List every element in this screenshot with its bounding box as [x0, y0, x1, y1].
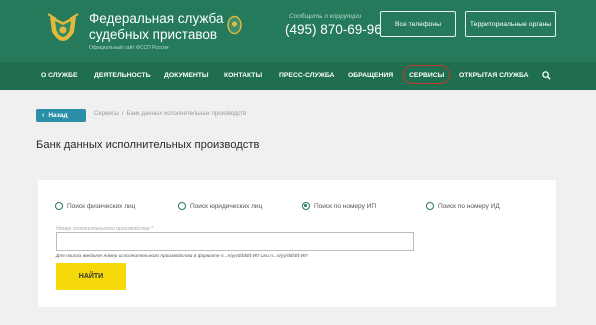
hotline-caption: Сообщить о коррупции [289, 13, 362, 20]
site-subtitle: Официальный сайт ФССП России [89, 45, 169, 51]
page-title: Банк данных исполнительных производств [36, 139, 260, 151]
search-icon[interactable] [542, 71, 551, 80]
radio-ip-number[interactable]: Поиск по номеру ИП [302, 202, 376, 210]
phone-number[interactable]: (495) 870-69-96 [285, 22, 382, 37]
nav-item-services[interactable]: СЕРВИСЫ [403, 65, 451, 84]
radio-label: Поиск физических лиц [67, 202, 136, 210]
all-phones-button[interactable]: Все телефоны [380, 11, 456, 37]
radio-circle[interactable] [55, 202, 63, 210]
radio-circle-checked[interactable] [302, 202, 310, 210]
site-title[interactable]: Федеральная служба судебных приставов [89, 11, 223, 43]
radio-label: Поиск по номеру ИД [438, 202, 500, 210]
nav-item-appeals[interactable]: ОБРАЩЕНИЯ [348, 62, 393, 90]
radio-circle[interactable] [426, 202, 434, 210]
nav-item-open-service[interactable]: ОТКРЫТАЯ СЛУЖБА [459, 62, 529, 90]
radio-individuals[interactable]: Поиск физических лиц [55, 202, 135, 210]
site-header: Федеральная служба судебных приставов Оф… [0, 0, 596, 62]
seal-icon [227, 15, 242, 35]
breadcrumb-separator: / [121, 111, 124, 117]
back-button[interactable]: ‹ Назад [36, 109, 86, 122]
nav-item-activity[interactable]: ДЕЯТЕЛЬНОСТЬ [94, 62, 151, 90]
fssp-emblem-icon[interactable] [44, 10, 82, 52]
radio-label: Поиск по номеру ИП [314, 202, 376, 210]
main-nav: О СЛУЖБЕ ДЕЯТЕЛЬНОСТЬ ДОКУМЕНТЫ КОНТАКТЫ… [0, 62, 596, 90]
chevron-left-icon: ‹ [42, 112, 45, 119]
breadcrumb-services[interactable]: Сервисы [94, 111, 119, 117]
territorial-organs-button[interactable]: Территориальные органы [465, 11, 556, 37]
site-title-line2: судебных приставов [89, 27, 218, 42]
radio-label: Поиск юридических лиц [190, 202, 263, 210]
radio-circle[interactable] [178, 202, 186, 210]
nav-item-contacts[interactable]: КОНТАКТЫ [224, 62, 262, 90]
radio-legal-entities[interactable]: Поиск юридических лиц [178, 202, 262, 210]
nav-item-about[interactable]: О СЛУЖБЕ [41, 62, 77, 90]
breadcrumb-current: Банк данных исполнительных производств [126, 111, 247, 117]
radio-id-number[interactable]: Поиск по номеру ИД [426, 202, 500, 210]
nav-item-documents[interactable]: ДОКУМЕНТЫ [164, 62, 209, 90]
find-button[interactable]: НАЙТИ [56, 263, 126, 290]
nav-item-press[interactable]: ПРЕСС-СЛУЖБА [279, 62, 334, 90]
field-hint: Для поиска введите номер исполнительного… [56, 254, 308, 259]
site-title-line1: Федеральная служба [89, 11, 224, 26]
ip-number-input[interactable] [56, 232, 414, 251]
breadcrumb: Сервисы / Банк данных исполнительных произ… [94, 111, 246, 117]
back-button-label: Назад [48, 112, 68, 119]
